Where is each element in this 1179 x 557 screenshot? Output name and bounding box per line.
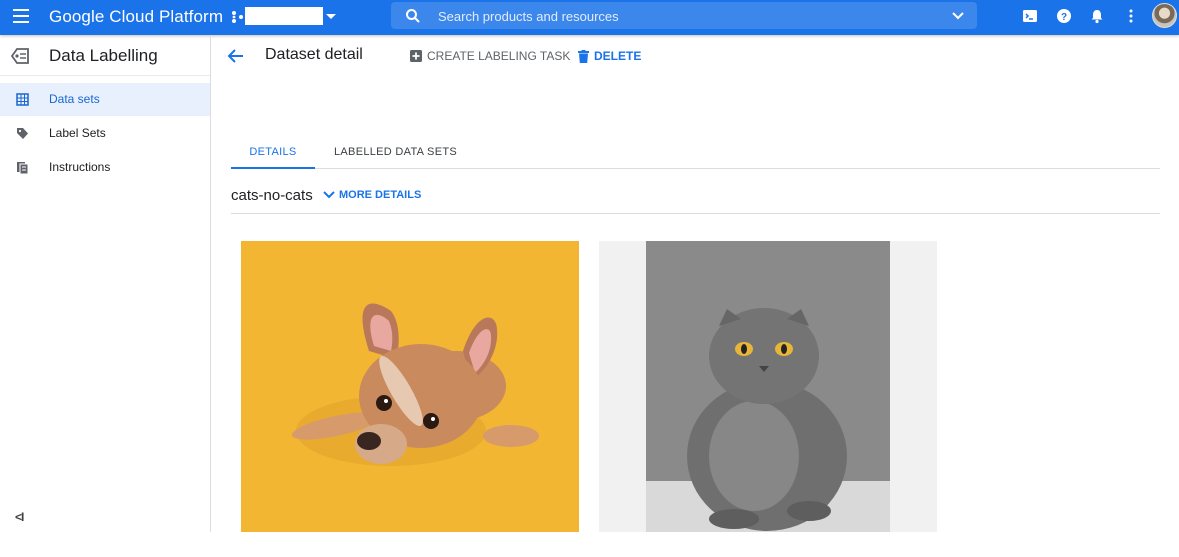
project-selector[interactable] xyxy=(245,7,323,25)
create-label: CREATE LABELING TASK xyxy=(427,49,571,63)
divider xyxy=(231,213,1160,214)
project-icon[interactable] xyxy=(230,10,244,24)
collapse-sidebar-button[interactable]: <I xyxy=(15,510,24,524)
dataset-image-cat[interactable] xyxy=(599,241,937,532)
sidebar-item-label-sets[interactable]: Label Sets xyxy=(0,117,210,150)
sidebar-item-label: Data sets xyxy=(49,92,100,106)
sidebar: Data Labelling Data sets Label Sets Inst… xyxy=(0,35,211,532)
cloud-shell-icon[interactable] xyxy=(1022,8,1038,24)
more-details-label: MORE DETAILS xyxy=(339,189,422,201)
chevron-down-icon xyxy=(323,191,335,199)
dataset-icon xyxy=(16,93,29,106)
trash-icon xyxy=(578,49,589,63)
top-app-bar: Google Cloud Platform ? xyxy=(0,0,1179,35)
sidebar-item-label: Label Sets xyxy=(49,126,106,140)
main-content: Dataset detail CREATE LABELING TASK DELE… xyxy=(212,35,1179,532)
dataset-image-dog[interactable] xyxy=(241,241,579,532)
delete-label: DELETE xyxy=(594,49,642,63)
help-icon[interactable]: ? xyxy=(1056,8,1072,24)
search-input[interactable] xyxy=(438,6,918,26)
search-icon xyxy=(406,9,420,23)
data-labelling-icon xyxy=(10,48,29,64)
instructions-icon xyxy=(17,162,29,174)
brand-title[interactable]: Google Cloud Platform xyxy=(49,7,223,27)
tab-labelled-data-sets[interactable]: LABELLED DATA SETS xyxy=(334,135,457,169)
project-caret-icon[interactable] xyxy=(326,14,336,19)
cat-photo xyxy=(599,241,937,532)
sidebar-header: Data Labelling xyxy=(0,35,210,76)
back-arrow-icon[interactable] xyxy=(227,47,245,65)
add-box-icon xyxy=(410,50,422,62)
create-labeling-task-button[interactable]: CREATE LABELING TASK xyxy=(410,49,570,63)
sidebar-item-data-sets[interactable]: Data sets xyxy=(0,83,210,116)
menu-icon[interactable] xyxy=(13,9,31,27)
chevron-down-icon[interactable] xyxy=(951,9,965,23)
sidebar-item-instructions[interactable]: Instructions xyxy=(0,151,210,184)
account-avatar[interactable] xyxy=(1152,3,1177,28)
more-details-button[interactable]: MORE DETAILS xyxy=(323,189,421,201)
notifications-icon[interactable] xyxy=(1089,8,1105,24)
dog-photo xyxy=(241,241,579,532)
dataset-name: cats-no-cats xyxy=(231,187,313,204)
sidebar-item-label: Instructions xyxy=(49,160,111,174)
tab-bar: DETAILS LABELLED DATA SETS xyxy=(231,135,1160,169)
tab-details[interactable]: DETAILS xyxy=(231,135,315,169)
delete-button[interactable]: DELETE xyxy=(578,49,641,63)
svg-text:?: ? xyxy=(1061,12,1067,23)
page-title: Dataset detail xyxy=(265,46,363,63)
search-bar[interactable] xyxy=(391,2,977,29)
label-icon xyxy=(17,128,28,139)
more-vert-icon[interactable] xyxy=(1123,8,1139,24)
product-title: Data Labelling xyxy=(49,46,158,65)
